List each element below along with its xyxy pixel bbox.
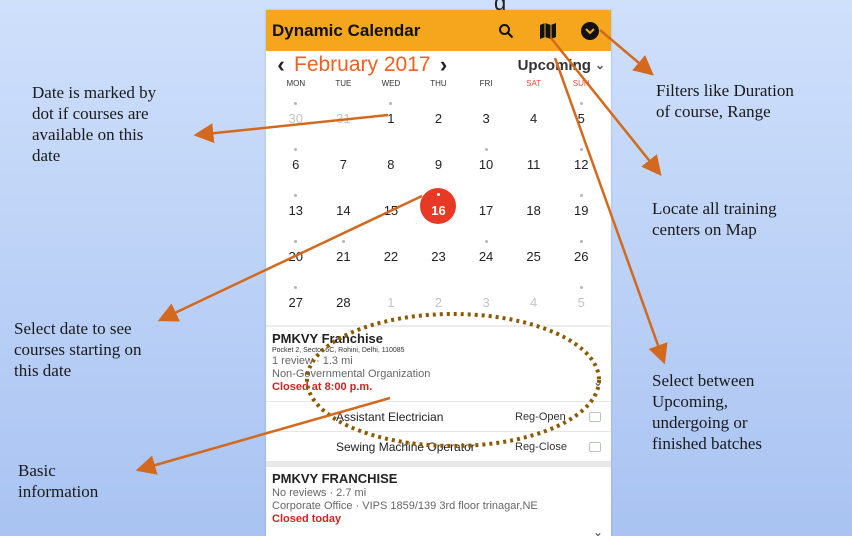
arrow-filters <box>599 29 654 76</box>
arrow-dot-marked <box>193 113 389 144</box>
arrow-select-date <box>157 194 423 322</box>
arrow-batches <box>553 57 668 365</box>
dashed-highlight-ellipse <box>305 312 601 448</box>
annotation-dot-marked: Date is marked by dot if courses are ava… <box>32 83 157 165</box>
annotation-select-date: Select date to see courses starting on t… <box>14 319 142 380</box>
annotation-batches: Select between Upcoming, undergoing or f… <box>652 371 762 453</box>
course-available-dot <box>436 193 440 196</box>
arrow-map <box>550 37 662 176</box>
annotation-basic-info: Basic information <box>18 461 99 501</box>
annotation-map: Locate all training centers on Map <box>652 199 777 239</box>
day-number: 16 <box>431 203 446 218</box>
annotation-filters: Filters like Duration of course, Range <box>656 81 794 121</box>
arrow-basic-info <box>135 396 391 475</box>
